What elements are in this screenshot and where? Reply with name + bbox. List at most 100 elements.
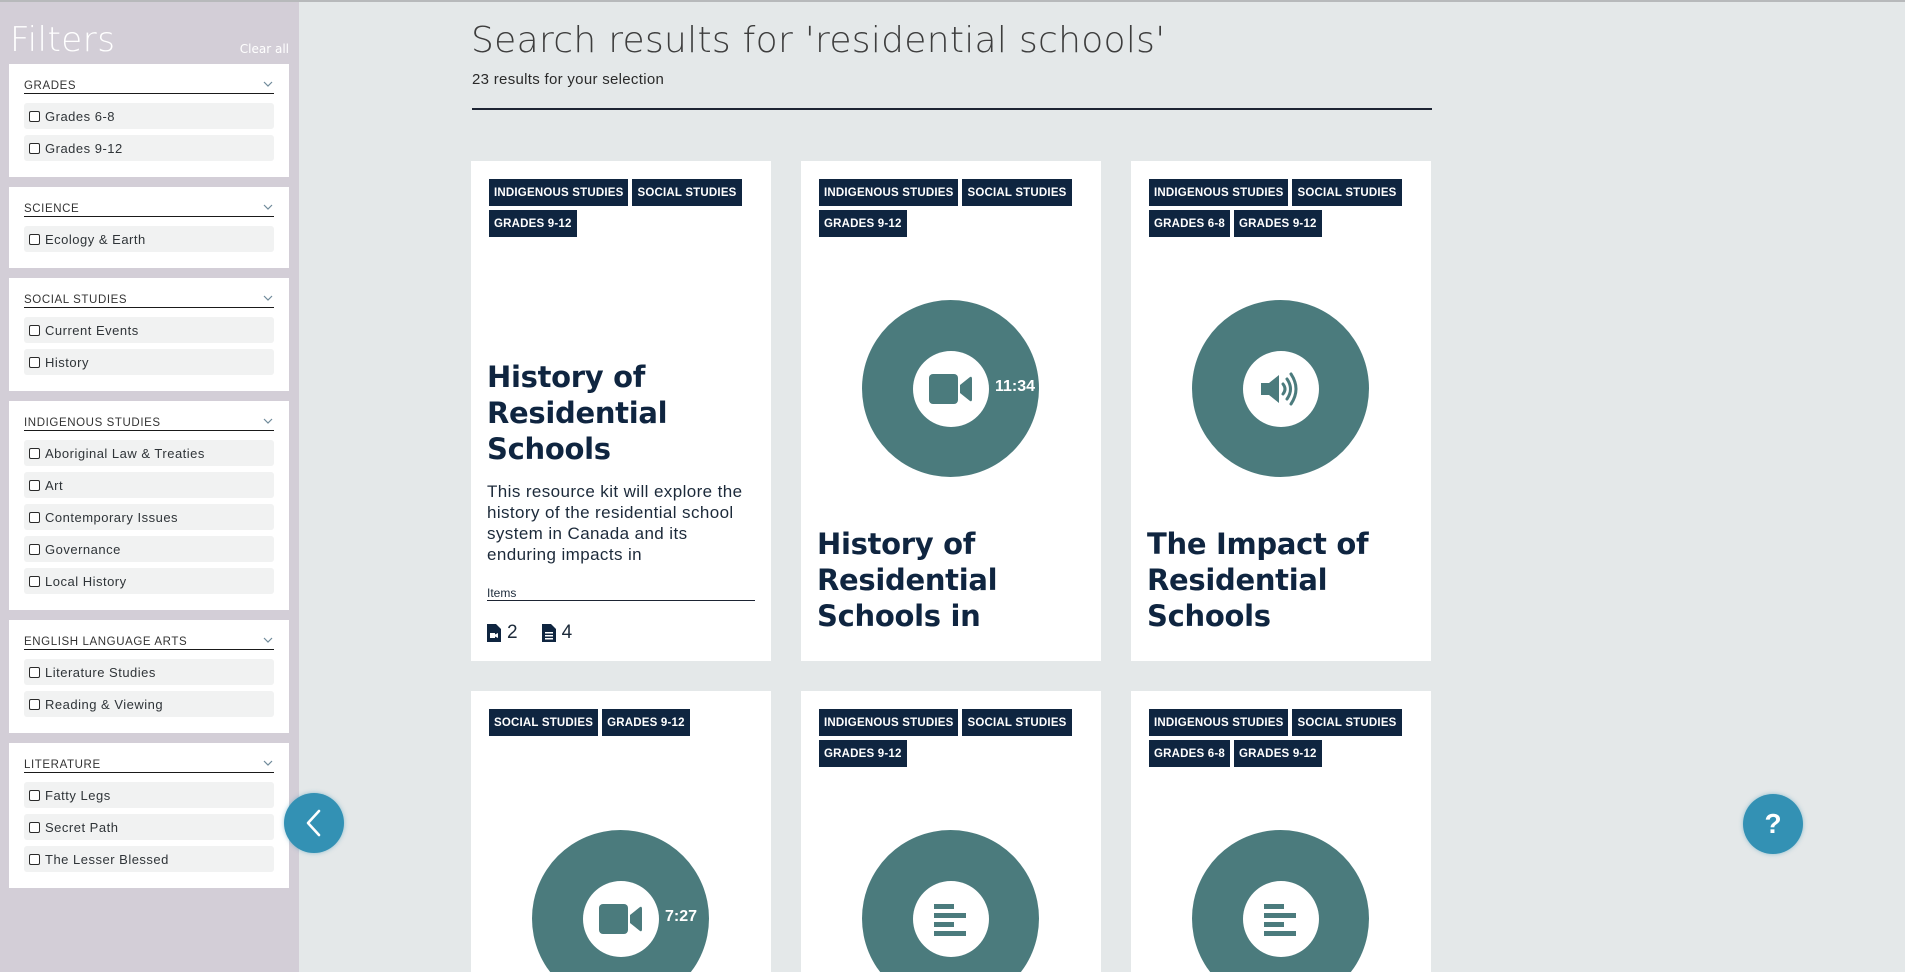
checkbox[interactable] xyxy=(29,853,40,865)
tag-badge: GRADES 6-8 xyxy=(1149,210,1231,237)
checkbox[interactable] xyxy=(29,698,40,710)
filters-sidebar: Filters Clear all GRADES Grades 6-8 Grades… xyxy=(0,2,299,972)
checkbox[interactable] xyxy=(29,511,40,523)
chevron-down-icon[interactable] xyxy=(263,417,273,425)
checkbox[interactable] xyxy=(29,110,40,122)
video-media-thumbnail: 7:27 xyxy=(532,830,709,972)
filter-group-header[interactable]: GRADES xyxy=(24,80,274,94)
filter-group-english-language-arts: ENGLISH LANGUAGE ARTS Literature Studies R… xyxy=(9,620,289,733)
results-count: 23 results for your selection xyxy=(472,71,665,88)
card-description: This resource kit will explore the histo… xyxy=(487,482,743,564)
chevron-down-icon[interactable] xyxy=(263,203,273,211)
filter-option[interactable]: The Lesser Blessed xyxy=(24,846,274,872)
checkbox[interactable] xyxy=(29,233,40,245)
filter-option-label: The Lesser Blessed xyxy=(45,851,169,867)
media-icon-badge xyxy=(1242,350,1319,427)
filter-option-label: Grades 9-12 xyxy=(45,140,123,156)
filter-option[interactable]: Literature Studies xyxy=(24,659,274,685)
item-count: 2 xyxy=(507,622,518,643)
filter-option-label: Secret Path xyxy=(45,819,119,835)
filter-option-label: Reading & Viewing xyxy=(45,696,164,712)
tag-badge: SOCIAL STUDIES xyxy=(962,709,1072,736)
filter-group-label: SOCIAL STUDIES xyxy=(24,294,128,306)
result-card[interactable]: INDIGENOUS STUDIES SOCIAL STUDIES GRADES 9… xyxy=(471,161,771,661)
filter-option[interactable]: Grades 6-8 xyxy=(24,103,274,129)
collapse-sidebar-button[interactable] xyxy=(284,793,344,853)
clear-all-link[interactable]: Clear all xyxy=(240,42,289,56)
sidebar-header: Filters Clear all xyxy=(0,2,299,64)
checkbox[interactable] xyxy=(29,543,40,555)
filter-group-grades: GRADES Grades 6-8 Grades 9-12 xyxy=(9,64,289,177)
help-icon: ? xyxy=(1764,808,1782,839)
filter-group-label: SCIENCE xyxy=(24,203,80,215)
tag-badge: GRADES 9-12 xyxy=(602,709,690,736)
filter-option-label: Ecology & Earth xyxy=(45,231,146,247)
text-align-left-icon xyxy=(933,903,966,936)
checkbox[interactable] xyxy=(29,324,40,336)
result-card[interactable]: INDIGENOUS STUDIES SOCIAL STUDIES GRADES 9… xyxy=(801,161,1101,661)
tag-badge: GRADES 9-12 xyxy=(819,740,907,767)
filter-option[interactable]: Governance xyxy=(24,536,274,562)
text-media-thumbnail xyxy=(1192,830,1369,972)
checkbox[interactable] xyxy=(29,575,40,587)
tag-badge: SOCIAL STUDIES xyxy=(1292,709,1402,736)
checkbox[interactable] xyxy=(29,447,40,459)
tag-badge: GRADES 6-8 xyxy=(1149,740,1231,767)
filter-option[interactable]: Contemporary Issues xyxy=(24,504,274,530)
filter-group-header[interactable]: SCIENCE xyxy=(24,203,274,217)
filter-option[interactable]: Fatty Legs xyxy=(24,782,274,808)
filter-option[interactable]: Grades 9-12 xyxy=(24,135,274,161)
filter-option[interactable]: Local History xyxy=(24,568,274,594)
chevron-down-icon[interactable] xyxy=(263,294,273,302)
video-duration: 11:34 xyxy=(995,378,1036,395)
chevron-down-icon[interactable] xyxy=(263,759,273,767)
tag-badge: SOCIAL STUDIES xyxy=(962,179,1072,206)
video-file-icon xyxy=(487,624,501,642)
checkbox[interactable] xyxy=(29,356,40,368)
filter-option-label: Contemporary Issues xyxy=(45,509,179,525)
text-media-thumbnail xyxy=(862,830,1039,972)
filter-group-header[interactable]: ENGLISH LANGUAGE ARTS xyxy=(24,636,274,650)
tag-badge: GRADES 9-12 xyxy=(1234,740,1322,767)
filter-option-label: Art xyxy=(45,477,64,493)
checkbox[interactable] xyxy=(29,479,40,491)
filter-option[interactable]: Art xyxy=(24,472,274,498)
filter-group-header[interactable]: SOCIAL STUDIES xyxy=(24,294,274,308)
document-file-icon xyxy=(541,624,556,642)
checkbox[interactable] xyxy=(29,666,40,678)
tag-list: INDIGENOUS STUDIES SOCIAL STUDIES GRADES 6… xyxy=(1149,709,1419,767)
result-card[interactable]: INDIGENOUS STUDIES SOCIAL STUDIES GRADES 6… xyxy=(1131,691,1431,972)
tag-badge: SOCIAL STUDIES xyxy=(632,179,742,206)
checkbox[interactable] xyxy=(29,142,40,154)
filter-group-header[interactable]: LITERATURE xyxy=(24,759,274,773)
filter-option[interactable]: Ecology & Earth xyxy=(24,226,274,252)
help-button[interactable]: ? xyxy=(1743,794,1803,854)
result-card[interactable]: INDIGENOUS STUDIES SOCIAL STUDIES GRADES 6… xyxy=(1131,161,1431,661)
filter-option-label: Local History xyxy=(45,573,127,589)
video-duration: 7:27 xyxy=(665,908,698,925)
result-card[interactable]: INDIGENOUS STUDIES SOCIAL STUDIES GRADES 9… xyxy=(801,691,1101,972)
card-title[interactable]: The Impact of Residential Schools xyxy=(1147,526,1417,634)
filter-option[interactable]: Current Events xyxy=(24,317,274,343)
filter-option[interactable]: Reading & Viewing xyxy=(24,691,274,717)
filter-option-label: Aboriginal Law & Treaties xyxy=(45,445,205,461)
card-title[interactable]: History of Residential Schools xyxy=(487,359,757,467)
filter-option-label: Literature Studies xyxy=(45,664,156,680)
chevron-left-icon xyxy=(306,809,321,837)
result-card[interactable]: SOCIAL STUDIES GRADES 9-12 7:27 xyxy=(471,691,771,972)
filter-group-header[interactable]: INDIGENOUS STUDIES xyxy=(24,417,274,431)
checkbox[interactable] xyxy=(29,789,40,801)
chevron-down-icon[interactable] xyxy=(263,636,273,644)
filter-option[interactable]: History xyxy=(24,349,274,375)
item-counts: 24 xyxy=(487,622,596,644)
tag-badge: GRADES 9-12 xyxy=(489,210,577,237)
chevron-down-icon[interactable] xyxy=(263,80,273,88)
video-media-thumbnail: 11:34 xyxy=(862,300,1039,477)
checkbox[interactable] xyxy=(29,821,40,833)
filter-option[interactable]: Aboriginal Law & Treaties xyxy=(24,440,274,466)
filter-option[interactable]: Secret Path xyxy=(24,814,274,840)
tag-badge: GRADES 9-12 xyxy=(1234,210,1322,237)
card-title[interactable]: History of Residential Schools in xyxy=(817,526,1087,634)
tag-badge: SOCIAL STUDIES xyxy=(489,709,599,736)
media-icon-badge xyxy=(912,880,989,957)
